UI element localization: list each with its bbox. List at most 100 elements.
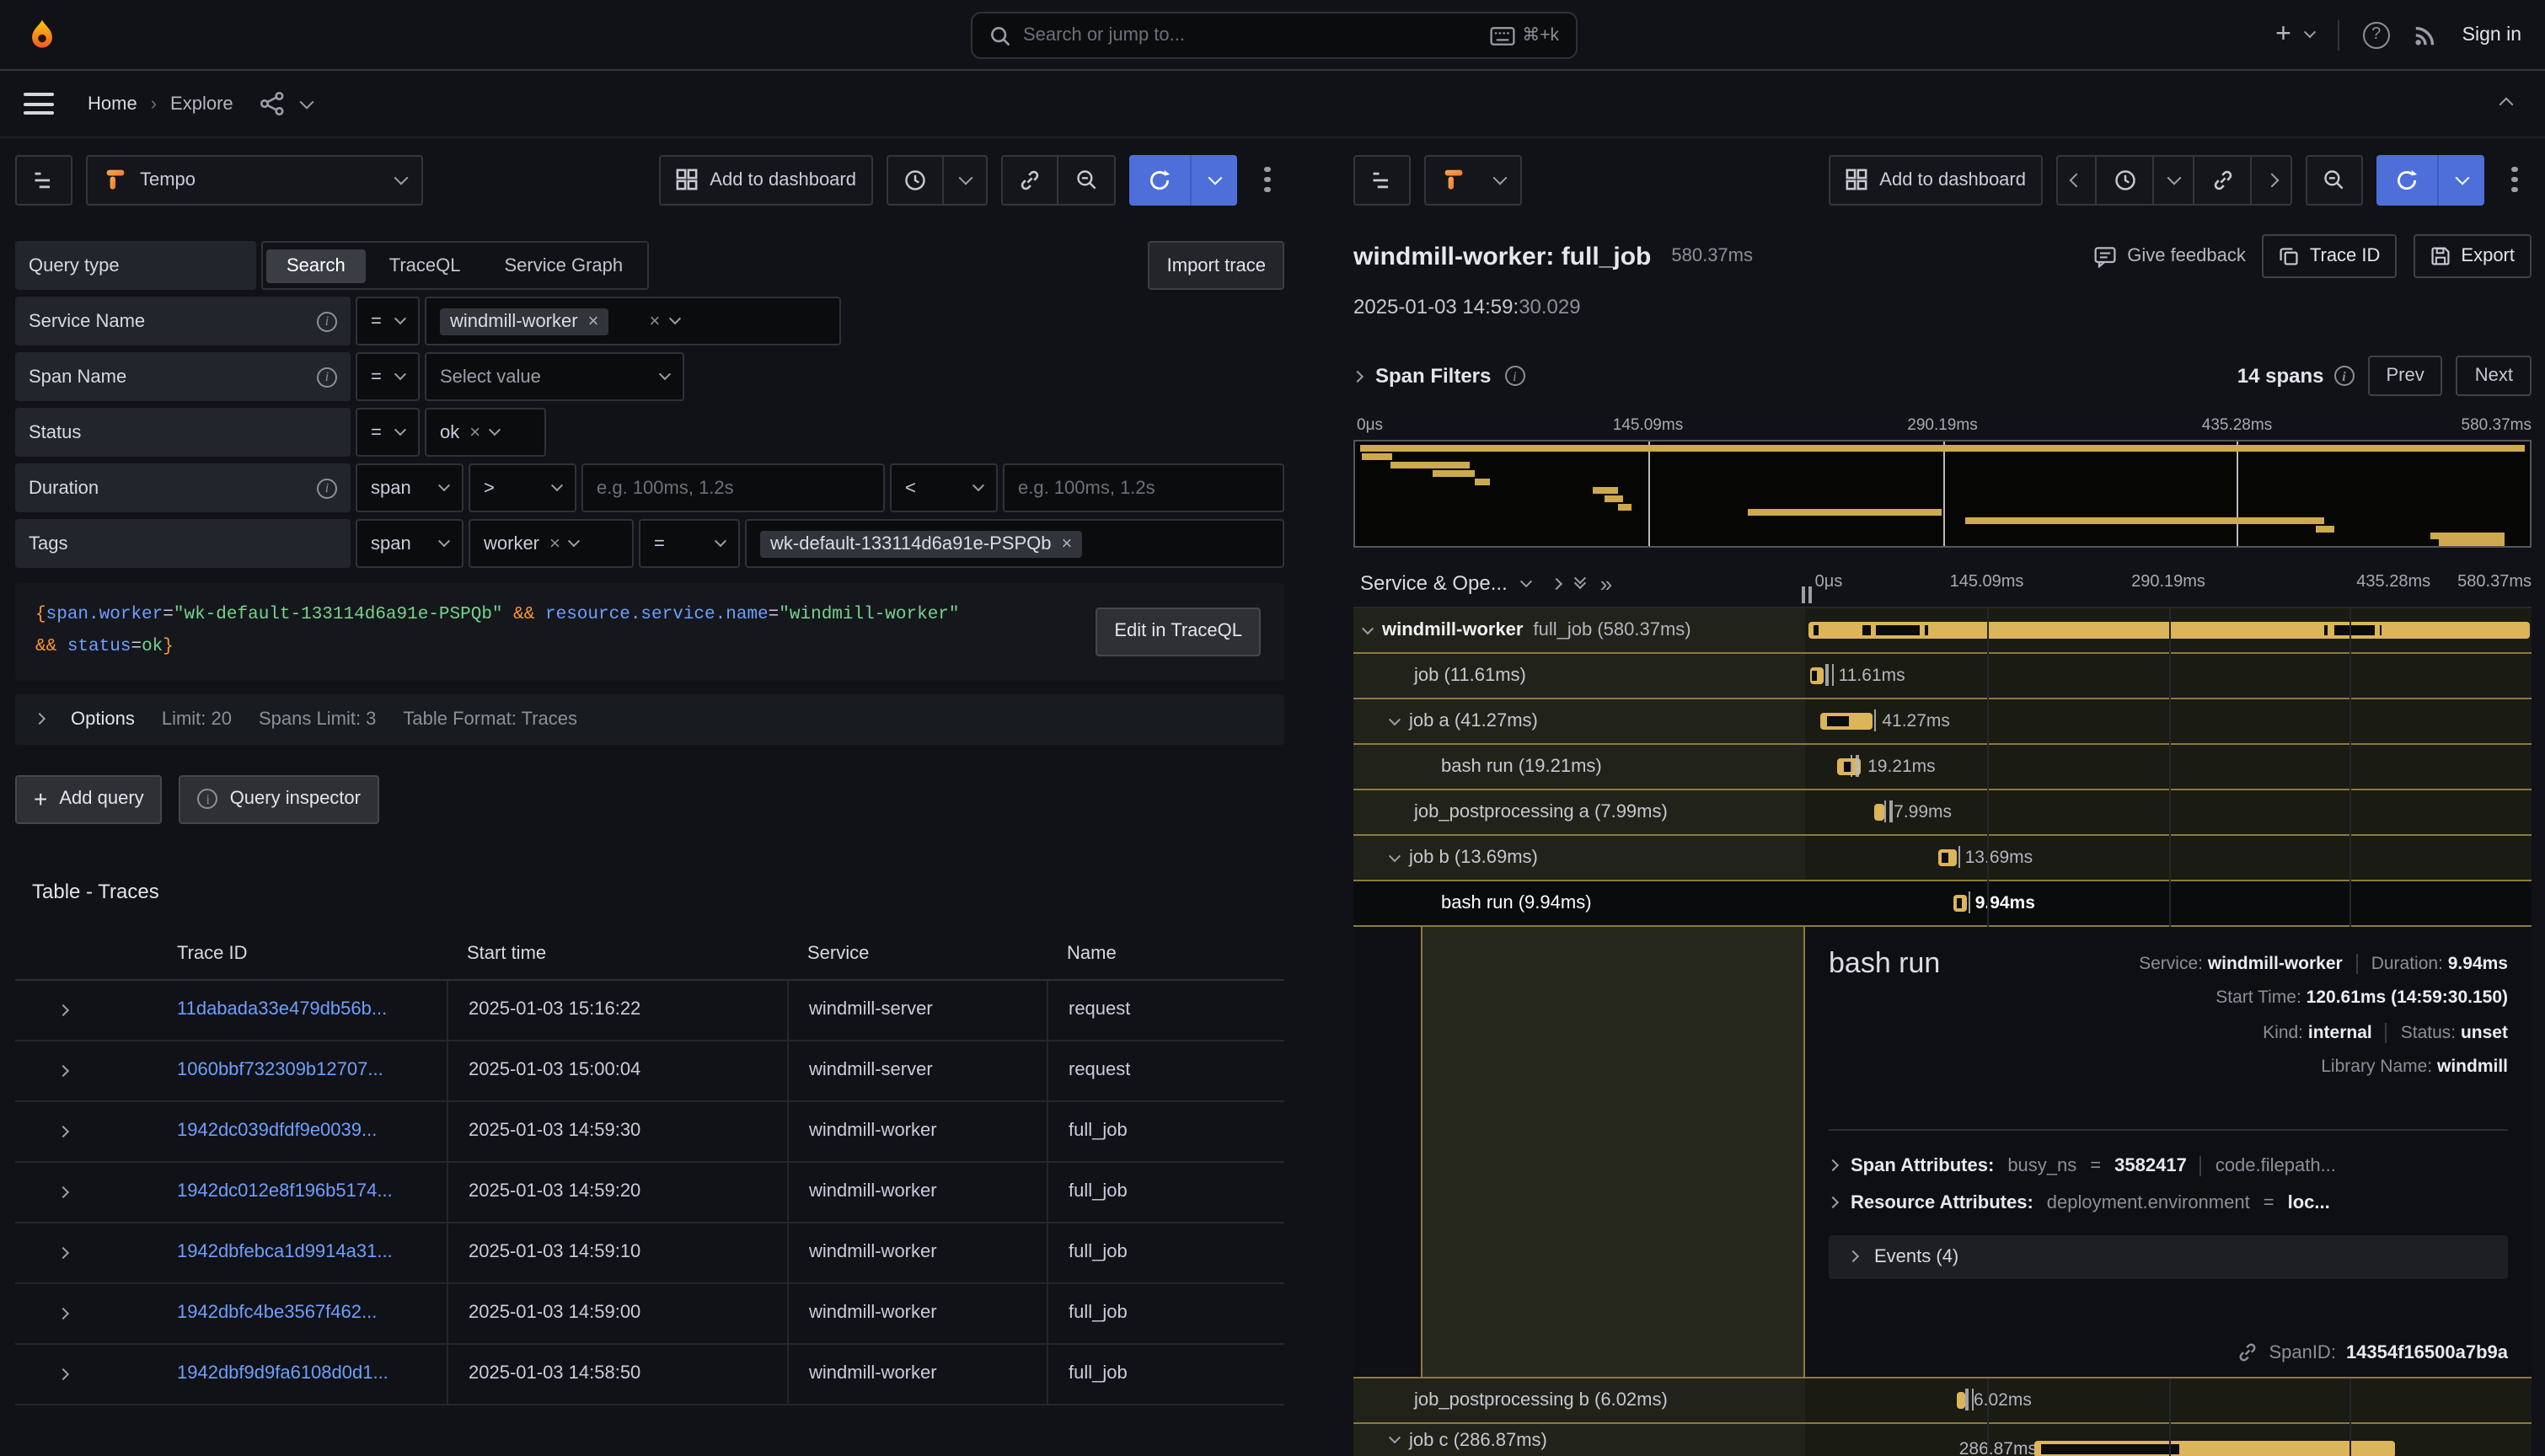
resource-attributes-row[interactable]: Resource Attributes: deployment.environm…	[1829, 1185, 2508, 1222]
col-start-time[interactable]: Start time	[447, 930, 787, 979]
col-trace-id[interactable]: Trace ID	[157, 930, 447, 979]
span-bar[interactable]	[1939, 849, 1957, 866]
span-bar[interactable]	[1820, 713, 1872, 730]
trace-id-link[interactable]: 1942dbf9d9fa6108d0d1...	[157, 1345, 447, 1404]
import-trace-button[interactable]: Import trace	[1149, 241, 1284, 290]
time-picker-button[interactable]	[2097, 154, 2154, 205]
span-row-bash-run-b-selected[interactable]: bash run (9.94ms) 9.94ms	[1353, 881, 2532, 927]
span-row-job-b[interactable]: job b (13.69ms) 13.69ms	[1353, 836, 2532, 881]
span-row-job-c[interactable]: job c (286.87ms) 286.87ms	[1353, 1424, 2532, 1456]
collapse-panel-icon[interactable]	[2501, 94, 2521, 114]
service-operation-column-header[interactable]: Service & Ope...	[1360, 571, 1508, 595]
span-id-value[interactable]: 14354f16500a7b9a	[2346, 1342, 2508, 1362]
right-pane-kebab-icon[interactable]	[2498, 167, 2532, 193]
grafana-logo-icon[interactable]	[24, 16, 61, 53]
clear-icon[interactable]: ×	[549, 533, 560, 554]
service-name-op-select[interactable]: =	[356, 297, 420, 345]
trace-id-link[interactable]: 11dabada33e479db56b...	[157, 981, 447, 1040]
export-button[interactable]: Export	[2414, 234, 2532, 278]
span-name-op-select[interactable]: =	[356, 352, 420, 401]
add-to-dashboard-button[interactable]: Add to dashboard	[1829, 154, 2043, 205]
zoom-out-icon[interactable]	[2306, 154, 2363, 205]
chip-remove-icon[interactable]: ×	[1062, 533, 1073, 554]
span-filters-label[interactable]: Span Filters	[1375, 364, 1491, 388]
link-split-icon[interactable]	[2194, 154, 2252, 205]
span-bar[interactable]	[1873, 804, 1883, 821]
status-value-select[interactable]: ok×	[425, 408, 546, 457]
run-query-caret[interactable]	[1190, 154, 1237, 205]
duration-lt-select[interactable]: <	[890, 463, 998, 512]
edit-in-traceql-button[interactable]: Edit in TraceQL	[1096, 608, 1261, 656]
share-icon[interactable]	[260, 91, 286, 116]
row-expand-icon[interactable]	[15, 1163, 157, 1222]
span-bar[interactable]	[2034, 1441, 2394, 1456]
tab-traceql[interactable]: TraceQL	[369, 249, 481, 282]
trace-id-link[interactable]: 1942dc012e8f196b5174...	[157, 1163, 447, 1222]
trace-id-link[interactable]: 1942dc039dfdf9e0039...	[157, 1102, 447, 1161]
time-picker-button[interactable]	[887, 154, 944, 205]
row-expand-icon[interactable]	[15, 1041, 157, 1100]
service-name-value-select[interactable]: windmill-worker× ×	[425, 297, 841, 345]
time-picker-caret[interactable]	[2154, 154, 2194, 205]
run-query-caret[interactable]	[2437, 154, 2484, 205]
trace-id-link[interactable]: 1060bbf732309b12707...	[157, 1041, 447, 1100]
trace-minimap[interactable]	[1353, 440, 2532, 548]
col-name[interactable]: Name	[1047, 930, 1284, 979]
row-expand-icon[interactable]	[15, 1102, 157, 1161]
tags-value-select[interactable]: wk-default-133114d6a91e-PSPQb×	[745, 519, 1284, 568]
duration-scope-select[interactable]: span	[356, 463, 463, 512]
expand-one-icon[interactable]	[1551, 577, 1563, 589]
span-row-job[interactable]: job (11.61ms) 11.61ms	[1353, 654, 2532, 699]
add-query-button[interactable]: + Add query	[15, 775, 163, 824]
collapse-icon[interactable]	[1389, 849, 1401, 861]
breadcrumb-explore[interactable]: Explore	[170, 94, 233, 114]
events-row[interactable]: Events (4)	[1829, 1235, 2508, 1279]
service-name-chip[interactable]: windmill-worker×	[440, 308, 608, 335]
new-menu-button[interactable]: +	[2275, 19, 2314, 50]
row-expand-icon[interactable]	[15, 1345, 157, 1404]
clear-icon[interactable]: ×	[649, 311, 660, 331]
span-filters-chevron-icon[interactable]	[1352, 370, 1364, 382]
tags-value-chip[interactable]: wk-default-133114d6a91e-PSPQb×	[760, 530, 1082, 557]
help-icon[interactable]: ?	[2363, 21, 2390, 48]
query-rows-icon[interactable]	[15, 154, 72, 205]
tags-key-select[interactable]: worker×	[469, 519, 634, 568]
menu-toggle-icon[interactable]	[24, 93, 54, 115]
duration-max-input[interactable]	[1003, 463, 1284, 512]
row-expand-icon[interactable]	[15, 981, 157, 1040]
collapse-icon[interactable]	[1389, 1432, 1401, 1443]
sort-chevron-icon[interactable]	[1521, 575, 1533, 586]
span-row-bash-run-a[interactable]: bash run (19.21ms) 19.21ms	[1353, 745, 2532, 790]
tags-op-select[interactable]: =	[639, 519, 740, 568]
add-to-dashboard-button[interactable]: Add to dashboard	[659, 154, 873, 205]
datasource-picker[interactable]	[1424, 154, 1522, 205]
datasource-picker[interactable]: Tempo	[86, 154, 423, 205]
span-name-value-select[interactable]: Select value	[425, 352, 684, 401]
give-feedback-link[interactable]: Give feedback	[2093, 244, 2246, 268]
tab-search[interactable]: Search	[266, 249, 366, 282]
zoom-out-icon[interactable]	[1058, 154, 1116, 205]
sign-in-link[interactable]: Sign in	[2462, 24, 2521, 45]
tab-service-graph[interactable]: Service Graph	[485, 249, 644, 282]
time-shift-back-icon[interactable]	[2056, 154, 2097, 205]
search-field[interactable]	[1023, 25, 1478, 46]
col-service[interactable]: Service	[787, 930, 1047, 979]
run-query-button[interactable]	[2376, 154, 2437, 205]
duration-min-input[interactable]	[581, 463, 885, 512]
time-picker-caret[interactable]	[944, 154, 988, 205]
chip-remove-icon[interactable]: ×	[588, 311, 599, 331]
left-pane-kebab-icon[interactable]	[1251, 167, 1284, 193]
tags-scope-select[interactable]: span	[356, 519, 463, 568]
link-split-icon[interactable]	[1001, 154, 1058, 205]
search-input[interactable]: ⌘+k	[971, 12, 1578, 59]
query-inspector-button[interactable]: i Query inspector	[179, 775, 379, 824]
duration-gt-select[interactable]: >	[469, 463, 576, 512]
span-bar[interactable]	[1957, 1392, 1964, 1409]
collapse-all-icon[interactable]: »	[1600, 570, 1612, 596]
run-query-button[interactable]	[1129, 154, 1190, 205]
row-expand-icon[interactable]	[15, 1223, 157, 1282]
time-shift-forward-icon[interactable]	[2252, 154, 2292, 205]
news-rss-icon[interactable]	[2414, 22, 2439, 47]
span-attributes-row[interactable]: Span Attributes: busy_ns=3582417 code.fi…	[1829, 1148, 2508, 1185]
span-row-full-job[interactable]: windmill-worker full_job (580.37ms)	[1353, 608, 2532, 654]
